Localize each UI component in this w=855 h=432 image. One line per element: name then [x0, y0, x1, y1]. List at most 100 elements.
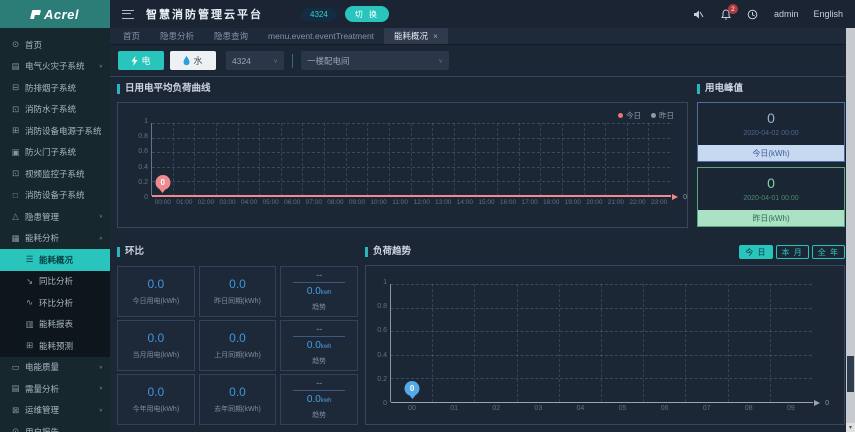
today-peak-card: 0 2020-04-02 00:00 今日(kWh)	[697, 102, 845, 162]
chevron-down-icon: ∨	[273, 58, 278, 64]
sidebar-item-mom-analysis[interactable]: ∿ 环比分析	[0, 292, 110, 314]
smoke-exhaust-icon: ⊟	[11, 82, 20, 93]
stat-card-last-year-usage: 0.0 去年同期(kWh)	[198, 374, 277, 425]
sidebar-item-fire-water-subsystem[interactable]: ⊡ 消防水子系统	[0, 99, 110, 121]
load-trend-header: 负荷趋势 今 日 本 月 全 年	[365, 245, 845, 259]
range-year-button[interactable]: 全 年	[811, 245, 845, 259]
wave-icon: ∿	[25, 297, 34, 308]
main-content: 首页 隐患分析 隐患查询 menu.event.eventTreatment 能…	[110, 28, 846, 432]
legend-dot-icon	[618, 113, 623, 118]
trend-range-buttons: 今 日 本 月 全 年	[739, 245, 845, 259]
chevron-down-icon: ∨	[98, 214, 103, 220]
sidebar-item-fire-door-subsystem[interactable]: ▣ 防火门子系统	[0, 142, 110, 164]
panel-title: 日用电平均负荷曲线	[117, 84, 688, 94]
data-point-marker: 0	[404, 381, 420, 396]
tab-hazard-query[interactable]: 隐患查询	[204, 28, 258, 44]
sidebar-item-electric-fire-subsystem[interactable]: ▤ 电气火灾子系统 ∨	[0, 56, 110, 78]
y-axis-labels: 1 0.8 0.6 0.4 0.2 0	[138, 118, 148, 201]
range-today-button[interactable]: 今 日	[739, 245, 773, 259]
y-axis-labels: 1 0.8 0.6 0.4 0.2 0	[377, 279, 387, 407]
load-trend-chart: 1 0.8 0.6 0.4 0.2 0 00 01 02 03 04 05 06 07 08 09 0 0	[365, 265, 845, 425]
divider	[293, 282, 345, 283]
tab-energy-overview[interactable]: 能耗概况 ×	[384, 28, 448, 44]
stat-card-last-month-usage: 0.0 上月同期(kWh)	[198, 320, 277, 371]
axis-end-label: 0	[825, 400, 829, 407]
water-toggle-button[interactable]: 水	[170, 51, 216, 70]
language-switch[interactable]: English	[813, 9, 843, 19]
collapse-menu-icon[interactable]	[122, 9, 134, 19]
fire-water-icon: ⊡	[11, 103, 20, 114]
x-axis-labels: 00:00 01:00 02:00 03:00 04:00 05:00 06:00 07:00…	[154, 199, 668, 206]
demand-analysis-icon: ▤	[11, 383, 20, 394]
page-scrollbar[interactable]: ▾	[846, 28, 855, 432]
legend-today[interactable]: 今日	[618, 110, 641, 121]
equipment-power-icon: ⊞	[11, 125, 20, 136]
sidebar-item-hazard-management[interactable]: △ 隐患管理 ∨	[0, 206, 110, 228]
project-badge: 4324	[301, 7, 337, 21]
filter-divider	[292, 53, 293, 68]
stat-card-year-usage: 0.0 今年用电(kWh)	[117, 374, 195, 425]
forecast-icon: ⊞	[25, 340, 34, 351]
stat-card-month-usage: 0.0 当月用电(kWh)	[117, 320, 195, 371]
scrollbar-thumb[interactable]	[847, 356, 854, 392]
fire-equipment-icon: □	[12, 190, 19, 201]
horizontal-gridlines	[391, 284, 812, 402]
scroll-down-button[interactable]: ▾	[846, 423, 855, 432]
vertical-gridlines	[152, 123, 670, 196]
divider	[293, 336, 345, 337]
data-point-marker: 0	[155, 175, 171, 190]
peak-card-label: 今日(kWh)	[698, 145, 844, 161]
brand-logo[interactable]: Acrel	[0, 0, 110, 28]
sidebar-item-operation-management[interactable]: ⊠ 运维管理 ∨	[0, 400, 110, 422]
peak-timestamp: 2020-04-02 00:00	[743, 130, 799, 137]
axis-end-label: 0	[683, 194, 687, 201]
tab-home[interactable]: 首页	[113, 28, 150, 44]
sidebar-item-energy-forecast[interactable]: ⊞ 能耗预测	[0, 335, 110, 357]
divider	[293, 390, 345, 391]
range-month-button[interactable]: 本 月	[775, 245, 809, 259]
chevron-down-icon: ∨	[438, 58, 443, 64]
sidebar-item-yoy-analysis[interactable]: ↘ 同比分析	[0, 271, 110, 293]
electric-toggle-button[interactable]: 电	[118, 51, 164, 70]
history-clock-icon[interactable]	[747, 8, 759, 20]
plot-area: 1 0.8 0.6 0.4 0.2 0 00:00 01:00 02:00 03:00 04:00…	[138, 118, 687, 206]
energy-analysis-submenu: ☰ 能耗概况 ↘ 同比分析 ∿ 环比分析 ▥ 能耗报表 ⊞ 能耗预测	[0, 249, 110, 357]
operation-icon: ⊠	[11, 404, 20, 415]
sidebar-item-energy-analysis[interactable]: ▦ 能耗分析 ∧	[0, 228, 110, 250]
mute-speaker-icon[interactable]	[693, 8, 705, 20]
panel-title: 用电峰值	[697, 84, 845, 94]
peak-value: 0	[767, 175, 775, 191]
sidebar-item-energy-report[interactable]: ▥ 能耗报表	[0, 314, 110, 336]
hazard-warning-icon: △	[12, 211, 19, 222]
room-select[interactable]: 一楼配电间 ∨	[301, 51, 449, 70]
top-header: Acrel 智慧消防管理云平台 4324 切 换 2 admin English	[0, 0, 855, 28]
chevron-down-icon: ∨	[98, 386, 103, 392]
tab-event-treatment[interactable]: menu.event.eventTreatment	[258, 28, 384, 44]
peak-card-label: 昨日(kWh)	[698, 210, 844, 226]
sidebar-item-smoke-exhaust-subsystem[interactable]: ⊟ 防排烟子系统	[0, 77, 110, 99]
alarm-bell-icon[interactable]: 2	[720, 4, 738, 20]
axis-arrow-icon	[672, 194, 678, 200]
device-select[interactable]: 4324 ∨	[226, 51, 284, 70]
bar-chart-icon: ▥	[25, 318, 34, 329]
sidebar-item-user-report[interactable]: ⊙ 用户报告	[0, 421, 110, 432]
close-tab-icon[interactable]: ×	[433, 32, 438, 41]
sidebar-item-power-quality[interactable]: ▭ 电能质量 ∨	[0, 357, 110, 379]
list-icon: ☰	[25, 254, 34, 265]
sidebar-item-fire-equipment-subsystem[interactable]: □ 消防设备子系统	[0, 185, 110, 207]
switch-button[interactable]: 切 换	[344, 6, 390, 22]
sidebar-item-video-monitor-subsystem[interactable]: ⊡ 视频监控子系统	[0, 163, 110, 185]
header-actions: 2 admin English	[693, 4, 843, 20]
stat-card-today-usage: 0.0 今日用电(kWh)	[117, 266, 195, 317]
electric-fire-icon: ▤	[11, 60, 20, 71]
power-quality-icon: ▭	[11, 361, 20, 372]
legend-yesterday[interactable]: 昨日	[651, 110, 674, 121]
user-menu[interactable]: admin	[774, 9, 799, 19]
yesterday-peak-card: 0 2020-04-01 00:00 昨日(kWh)	[697, 167, 845, 227]
sidebar-item-demand-analysis[interactable]: ▤ 需量分析 ∨	[0, 378, 110, 400]
sidebar-item-fire-equipment-power-subsystem[interactable]: ⊞ 消防设备电源子系统	[0, 120, 110, 142]
load-trend-panel: 负荷趋势 今 日 本 月 全 年 1 0.8 0.6 0.4 0.2 0 00 01 02 03…	[365, 245, 845, 425]
tab-hazard-analysis[interactable]: 隐患分析	[150, 28, 204, 44]
sidebar-item-home[interactable]: ⊙ 首页	[0, 34, 110, 56]
sidebar-item-energy-overview[interactable]: ☰ 能耗概况	[0, 249, 110, 271]
